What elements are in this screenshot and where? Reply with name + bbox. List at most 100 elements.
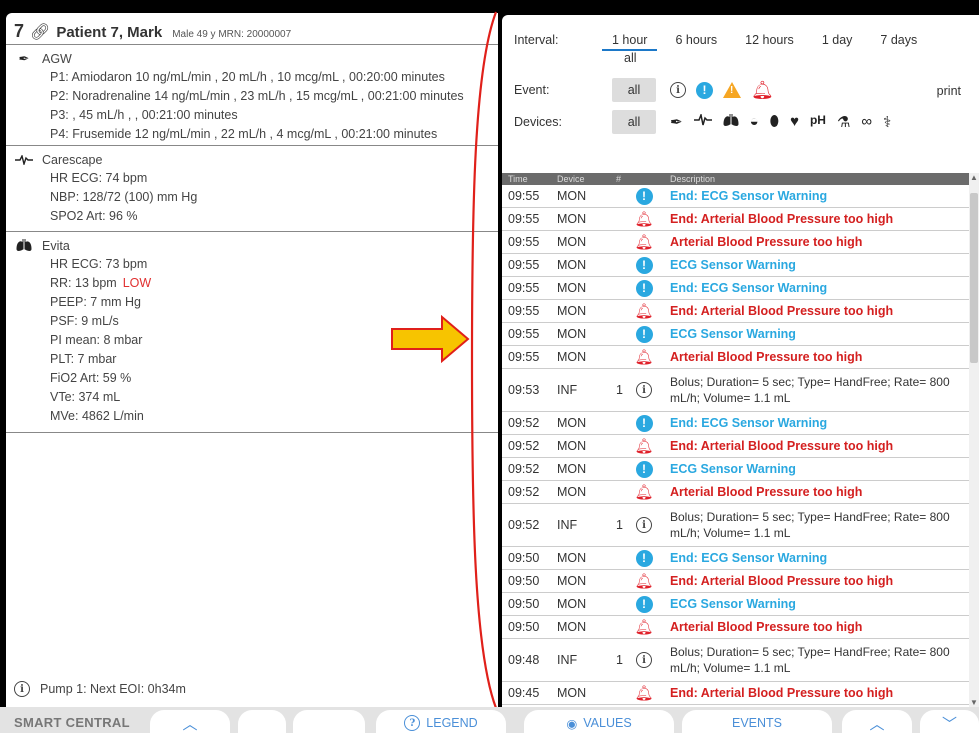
row-device: MON — [557, 416, 587, 430]
scroll-up-button[interactable]: ︿ — [150, 710, 230, 733]
table-row[interactable]: 09:50 MON! ECG Sensor Warning — [502, 593, 969, 616]
interval-7-days[interactable]: 7 days — [880, 33, 917, 47]
table-row[interactable]: 09:52 MON! ECG Sensor Warning — [502, 458, 969, 481]
interval-filter: Interval: 1 hour 6 hours 12 hours 1 day … — [514, 33, 917, 51]
low-flag: LOW — [122, 276, 152, 290]
row-time: 09:55 — [508, 258, 540, 272]
cells-icon[interactable]: ∞ — [861, 113, 872, 131]
info-icon: i — [636, 517, 652, 533]
row-description: ECG Sensor Warning — [670, 327, 796, 341]
events-button[interactable]: EVENTS — [682, 710, 832, 733]
ph-icon[interactable]: pH — [810, 113, 826, 131]
warning-icon: ! — [635, 256, 653, 274]
row-description: ECG Sensor Warning — [670, 597, 796, 611]
interval-12-hours[interactable]: 12 hours — [745, 33, 794, 47]
interval-1-day[interactable]: 1 day — [822, 33, 853, 47]
row-device: INF — [557, 653, 578, 667]
warning-icon: ! — [635, 325, 653, 343]
chevron-down-icon: ﹀ — [941, 715, 957, 733]
device-name: Carescape — [42, 153, 103, 167]
rr-value: RR: 13 bpm — [50, 276, 117, 290]
blank-button[interactable] — [293, 710, 365, 733]
caution-icon[interactable]: ! — [723, 82, 741, 98]
page-down-button[interactable]: ﹀ — [920, 710, 979, 733]
patient-header[interactable]: 7 🔗︎ Patient 7, Mark Male 49 y MRN: 2000… — [14, 21, 291, 43]
interval-1-hour[interactable]: 1 hour — [601, 33, 659, 51]
scroll-down-icon[interactable]: ▼ — [969, 698, 979, 707]
table-row[interactable]: 09:50 MON 🔔︎ End: Arterial Blood Pressure t… — [502, 570, 969, 593]
row-device: INF — [557, 383, 578, 397]
interval-6-hours[interactable]: 6 hours — [675, 33, 717, 47]
interval-label: Interval: — [514, 33, 559, 47]
table-row[interactable]: 09:55 MON 🔔︎ Arterial Blood Pressure too hi… — [502, 231, 969, 254]
row-description: Bolus; Duration= 5 sec; Type= HandFree; … — [670, 375, 950, 405]
stethoscope-icon[interactable]: ⚕ — [883, 113, 891, 131]
table-row[interactable]: 09:45 MON 🔔︎ End: Arterial Blood Pressure t… — [502, 682, 969, 705]
blank-button[interactable] — [238, 710, 286, 733]
table-row[interactable]: 09:52 INF 1 i Bolus; Duration= 5 sec; Type= … — [502, 504, 969, 547]
table-row[interactable]: 09:55 MON! ECG Sensor Warning — [502, 254, 969, 277]
table-row[interactable]: 09:48 INF 1 i Bolus; Duration= 5 sec; Type= … — [502, 639, 969, 682]
table-row[interactable]: 09:52 MON 🔔︎ End: Arterial Blood Pressure t… — [502, 435, 969, 458]
alarm-bell-icon: 🔔︎ — [634, 211, 654, 228]
row-device: MON — [557, 462, 587, 476]
info-icon: i — [636, 382, 652, 398]
scroll-thumb[interactable] — [970, 193, 978, 363]
device-name: AGW — [42, 52, 72, 66]
row-icon: 🔔︎ — [634, 684, 653, 702]
syringe-icon[interactable]: ✒ — [670, 113, 683, 131]
table-row[interactable]: 09:55 MON 🔔︎ Arterial Blood Pressure too hi… — [502, 346, 969, 369]
col-device: Device — [557, 174, 585, 184]
table-row[interactable]: 09:53 INF 1 i Bolus; Duration= 5 sec; Type= … — [502, 369, 969, 412]
events-table[interactable]: 09:55 MON! End: ECG Sensor Warning 09:55 MON… — [502, 185, 969, 707]
scroll-up-icon[interactable]: ▲ — [969, 173, 979, 182]
chevron-up-icon: ︿ — [182, 715, 198, 733]
interval-all[interactable]: all — [624, 51, 637, 65]
heart-icon[interactable]: ♥ — [790, 113, 799, 131]
print-button[interactable]: print — [937, 84, 961, 98]
kidney-icon[interactable]: ⬮ — [770, 113, 779, 131]
table-row[interactable]: 09:55 MON! End: ECG Sensor Warning — [502, 277, 969, 300]
table-row[interactable]: 09:50 MON! End: ECG Sensor Warning — [502, 547, 969, 570]
alarm-bell-icon: 🔔︎ — [634, 234, 654, 251]
row-number: 1 — [616, 653, 623, 667]
kidney-machine-icon[interactable]: ◒ — [750, 113, 759, 131]
devices-all-button[interactable]: all — [612, 110, 656, 134]
table-row[interactable]: 09:50 MON 🔔︎ Arterial Blood Pressure too hi… — [502, 616, 969, 639]
warning-icon[interactable]: ! — [696, 81, 713, 99]
info-icon[interactable]: i — [670, 82, 686, 98]
vital-row: SPO2 Art: 96 % — [50, 209, 138, 223]
warning-icon: ! — [635, 460, 653, 478]
legend-button[interactable]: ? LEGEND — [376, 710, 506, 733]
flask-icon[interactable]: ⚗ — [837, 113, 850, 131]
vital-row: NBP: 128/72 (100) mm Hg — [50, 190, 198, 204]
alarm-bell-icon: 🔔︎ — [634, 619, 654, 636]
row-icon: ! — [635, 325, 653, 343]
table-row[interactable]: 09:55 MON! ECG Sensor Warning — [502, 323, 969, 346]
alarm-bell-icon: 🔔︎ — [634, 349, 654, 366]
table-row[interactable]: 09:52 MON! End: ECG Sensor Warning — [502, 412, 969, 435]
table-row[interactable]: 09:55 MON 🔔︎ End: Arterial Blood Pressure t… — [502, 208, 969, 231]
row-icon: 🔔︎ — [634, 302, 653, 320]
row-icon: 🔔︎ — [634, 233, 654, 251]
ecg-wave-icon[interactable] — [693, 112, 712, 131]
row-device: MON — [557, 258, 587, 272]
row-icon: ! — [635, 279, 653, 297]
warning-icon: ! — [635, 279, 653, 297]
event-all-button[interactable]: all — [612, 78, 656, 102]
alarm-bell-icon[interactable]: 🔔︎ — [751, 80, 774, 101]
table-row[interactable]: 09:55 MON! End: ECG Sensor Warning — [502, 185, 969, 208]
info-icon: i — [14, 681, 30, 697]
table-row[interactable]: 09:52 MON 🔔︎ Arterial Blood Pressure too hi… — [502, 481, 969, 504]
row-description: Arterial Blood Pressure too high — [670, 350, 863, 364]
lungs-icon[interactable] — [723, 113, 739, 131]
row-icon: ! — [635, 549, 653, 567]
row-device: MON — [557, 686, 587, 700]
table-row[interactable]: 09:55 MON 🔔︎ End: Arterial Blood Pressure t… — [502, 300, 969, 323]
scrollbar[interactable]: ▲ ▼ — [969, 173, 979, 707]
values-button[interactable]: ◉ VALUES — [524, 710, 674, 733]
legend-label: LEGEND — [426, 716, 478, 730]
devices-filter: Devices: all ✒ ◒ ⬮ ♥ pH ⚗ ∞ ⚕ — [514, 110, 891, 134]
row-icon: i — [635, 517, 653, 533]
page-up-button[interactable]: ︿ — [842, 710, 912, 733]
